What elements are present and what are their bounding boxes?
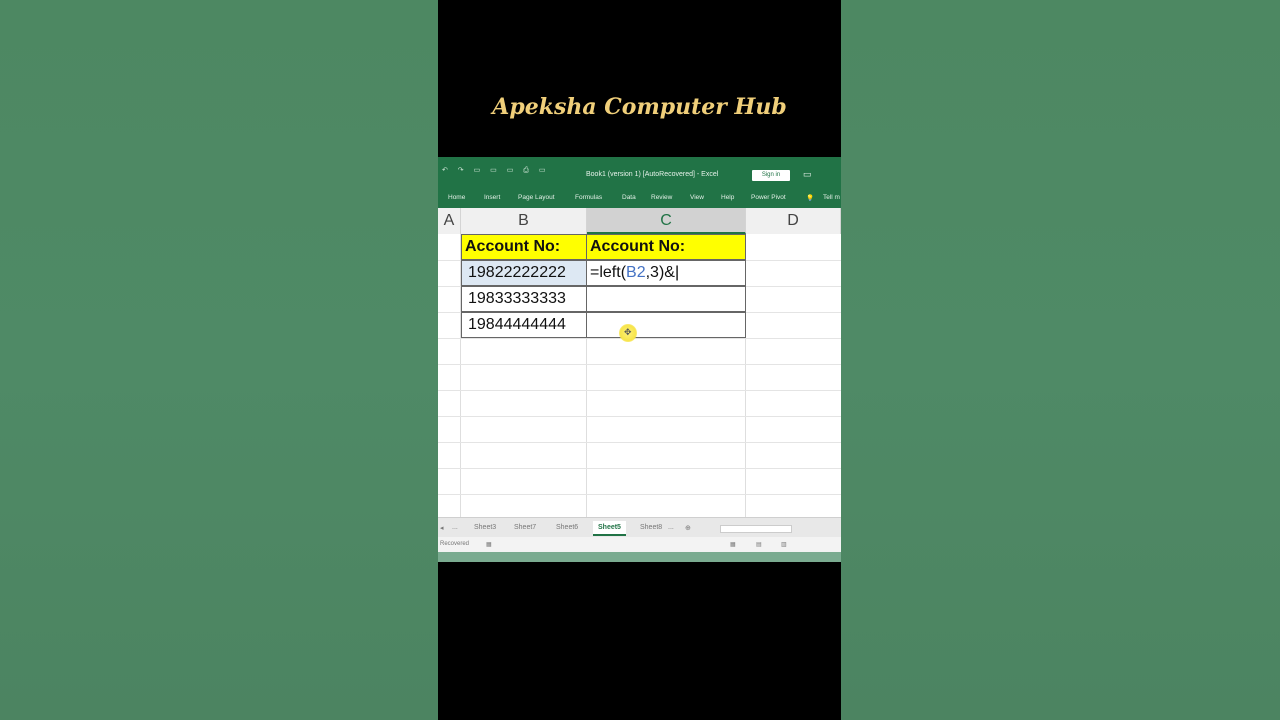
- cell-b3[interactable]: 19833333333: [461, 286, 587, 312]
- sheet-tab-sheet5[interactable]: Sheet5: [593, 521, 626, 536]
- page-layout-view-icon[interactable]: ▤: [756, 541, 762, 548]
- sign-in-button[interactable]: Sign in: [752, 170, 790, 181]
- add-sheet-icon[interactable]: ⊕: [685, 524, 691, 532]
- document-title: Book1 (version 1) [AutoRecovered] - Exce…: [586, 171, 719, 178]
- tab-formulas[interactable]: Formulas: [575, 194, 602, 201]
- column-header-a[interactable]: A: [438, 208, 461, 234]
- tab-home[interactable]: Home: [448, 194, 465, 201]
- cursor-icon: ✥: [624, 327, 632, 337]
- cell-c2-editing[interactable]: =left(B2,3)&|: [586, 260, 746, 286]
- column-headers: A B C D: [438, 208, 841, 235]
- macro-record-icon[interactable]: ▦: [486, 541, 492, 548]
- sheet-tab-sheet6[interactable]: Sheet6: [556, 524, 578, 531]
- sheet-tabs-overflow[interactable]: ...: [668, 524, 674, 531]
- page-break-view-icon[interactable]: ▥: [781, 541, 787, 548]
- column-header-d[interactable]: D: [746, 208, 841, 234]
- sheet-tabs-bar: ◂ ... Sheet3 Sheet7 Sheet6 Sheet5 Sheet8…: [438, 517, 841, 538]
- sheet-nav-more[interactable]: ...: [452, 524, 458, 531]
- sheet-tab-sheet3[interactable]: Sheet3: [474, 524, 496, 531]
- cell-c4[interactable]: [586, 312, 746, 338]
- cell-c3[interactable]: [586, 286, 746, 312]
- horizontal-scrollbar[interactable]: [720, 525, 792, 533]
- sheet-tab-sheet8[interactable]: Sheet8: [640, 524, 662, 531]
- tab-page-layout[interactable]: Page Layout: [518, 194, 555, 201]
- normal-view-icon[interactable]: ▦: [730, 541, 736, 548]
- cell-b1[interactable]: Account No:: [461, 234, 587, 260]
- cell-grid[interactable]: Account No: Account No: 19822222222 =lef…: [438, 234, 841, 517]
- cell-b4[interactable]: 19844444444: [461, 312, 587, 338]
- window-bottom-edge: [438, 552, 841, 562]
- tab-view[interactable]: View: [690, 194, 704, 201]
- column-header-b[interactable]: B: [461, 208, 587, 234]
- background-left: [0, 0, 438, 720]
- ribbon-display-icon[interactable]: ▭: [803, 169, 812, 180]
- quick-access-toolbar[interactable]: ↶ ↷ ▭ ▭ ▭ ⎙ ▭: [442, 166, 549, 175]
- sheet-nav-left-icon[interactable]: ◂: [440, 524, 444, 532]
- excel-window: ↶ ↷ ▭ ▭ ▭ ⎙ ▭ Book1 (version 1) [AutoRec…: [438, 157, 841, 562]
- formula-prefix: =left(: [590, 264, 627, 281]
- cell-b2[interactable]: 19822222222: [461, 260, 587, 286]
- tab-data[interactable]: Data: [622, 194, 636, 201]
- column-header-c[interactable]: C: [587, 208, 746, 234]
- cell-c1[interactable]: Account No:: [586, 234, 746, 260]
- ribbon-tabs: Home Insert Page Layout Formulas Data Re…: [438, 187, 841, 208]
- formula-suffix: ,3)&: [645, 264, 675, 281]
- sheet-tab-sheet7[interactable]: Sheet7: [514, 524, 536, 531]
- background-right: [841, 0, 1280, 720]
- video-frame: Apeksha Computer Hub ↶ ↷ ▭ ▭ ▭ ⎙ ▭ Book1…: [438, 0, 841, 720]
- tab-review[interactable]: Review: [651, 194, 672, 201]
- formula-cell-reference: B2: [626, 264, 646, 281]
- mouse-cursor-highlight: ✥: [619, 324, 637, 342]
- tab-power-pivot[interactable]: Power Pivot: [751, 194, 786, 201]
- status-bar: Recovered ▦ ▦ ▤ ▥: [438, 537, 841, 552]
- tab-insert[interactable]: Insert: [484, 194, 500, 201]
- tab-help[interactable]: Help: [721, 194, 734, 201]
- lightbulb-icon[interactable]: 💡: [806, 194, 814, 202]
- channel-title: Apeksha Computer Hub: [492, 94, 787, 120]
- tell-me-search[interactable]: Tell m: [823, 194, 840, 201]
- status-mode: Recovered: [440, 541, 470, 547]
- title-bar: ↶ ↷ ▭ ▭ ▭ ⎙ ▭ Book1 (version 1) [AutoRec…: [438, 157, 841, 187]
